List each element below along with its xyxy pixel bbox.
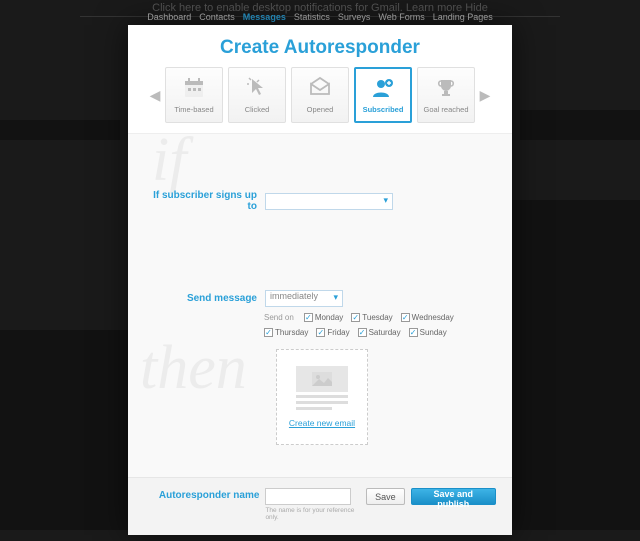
create-autoresponder-modal: Create Autoresponder ◀ Time-based Clicked…: [128, 25, 512, 535]
type-card-label: Subscribed: [363, 105, 404, 114]
day-wednesday[interactable]: ✓Wednesday: [401, 313, 454, 322]
type-card-label: Opened: [307, 105, 334, 114]
day-label: Monday: [315, 313, 343, 322]
save-button[interactable]: Save: [366, 488, 405, 505]
type-prev-arrow[interactable]: ◀: [150, 80, 160, 110]
autoresponder-name-input[interactable]: [265, 488, 351, 505]
day-thursday[interactable]: ✓Thursday: [264, 328, 308, 337]
type-card-goal-reached[interactable]: Goal reached: [417, 67, 475, 123]
config-section: if then If subscriber signs up to Send m…: [128, 133, 512, 477]
email-template-slot[interactable]: Create new email: [276, 349, 368, 445]
autoresponder-name-label: Autoresponder name: [152, 488, 259, 501]
checkbox-icon: ✓: [316, 328, 325, 337]
email-thumbnail-icon: [296, 366, 348, 410]
modal-title: Create Autoresponder: [128, 25, 512, 67]
type-card-label: Time-based: [174, 105, 213, 114]
top-nav: Dashboard Contacts Messages Statistics Surve…: [0, 12, 640, 22]
day-monday[interactable]: ✓Monday: [304, 313, 343, 322]
type-card-label: Clicked: [245, 105, 270, 114]
user-icon: [370, 76, 396, 102]
type-next-arrow[interactable]: ▶: [480, 80, 490, 110]
day-label: Wednesday: [412, 313, 454, 322]
type-card-opened[interactable]: Opened: [291, 67, 349, 123]
nav-statistics[interactable]: Statistics: [294, 12, 330, 22]
day-tuesday[interactable]: ✓Tuesday: [351, 313, 392, 322]
create-new-email-link[interactable]: Create new email: [289, 418, 355, 428]
watermark-then: then: [140, 344, 247, 394]
calendar-icon: [181, 76, 207, 102]
cursor-icon: [244, 76, 270, 102]
day-sunday[interactable]: ✓Sunday: [409, 328, 447, 337]
day-label: Sunday: [420, 328, 447, 337]
envelope-icon: [307, 76, 333, 102]
day-saturday[interactable]: ✓Saturday: [358, 328, 401, 337]
nav-web-forms[interactable]: Web Forms: [378, 12, 424, 22]
type-card-label: Goal reached: [423, 105, 468, 114]
checkbox-icon: ✓: [409, 328, 418, 337]
nav-messages[interactable]: Messages: [243, 12, 286, 22]
checkbox-icon: ✓: [264, 328, 273, 337]
checkbox-icon: ✓: [358, 328, 367, 337]
checkbox-icon: ✓: [401, 313, 410, 322]
checkbox-icon: ✓: [304, 313, 313, 322]
nav-landing-pages[interactable]: Landing Pages: [433, 12, 493, 22]
send-on-label: Send on: [264, 313, 294, 322]
day-label: Saturday: [369, 328, 401, 337]
nav-dashboard[interactable]: Dashboard: [147, 12, 191, 22]
checkbox-icon: ✓: [351, 313, 360, 322]
day-label: Tuesday: [362, 313, 392, 322]
send-timing-select[interactable]: immediately: [265, 290, 343, 307]
campaign-select[interactable]: [265, 193, 393, 210]
day-label: Friday: [327, 328, 349, 337]
nav-surveys[interactable]: Surveys: [338, 12, 371, 22]
autoresponder-type-picker: ◀ Time-based Clicked Opened Subscribed Goal …: [128, 67, 512, 133]
type-card-clicked[interactable]: Clicked: [228, 67, 286, 123]
day-friday[interactable]: ✓Friday: [316, 328, 349, 337]
save-and-publish-button[interactable]: Save and publish: [411, 488, 496, 505]
send-message-label: Send message: [152, 293, 257, 304]
type-card-subscribed[interactable]: Subscribed: [354, 67, 412, 123]
nav-contacts[interactable]: Contacts: [199, 12, 235, 22]
if-condition-label: If subscriber signs up to: [152, 190, 257, 212]
type-card-time-based[interactable]: Time-based: [165, 67, 223, 123]
trophy-icon: [433, 76, 459, 102]
modal-footer: Autoresponder name The name is for your …: [128, 477, 512, 535]
name-hint: The name is for your reference only.: [265, 507, 360, 521]
day-label: Thursday: [275, 328, 308, 337]
